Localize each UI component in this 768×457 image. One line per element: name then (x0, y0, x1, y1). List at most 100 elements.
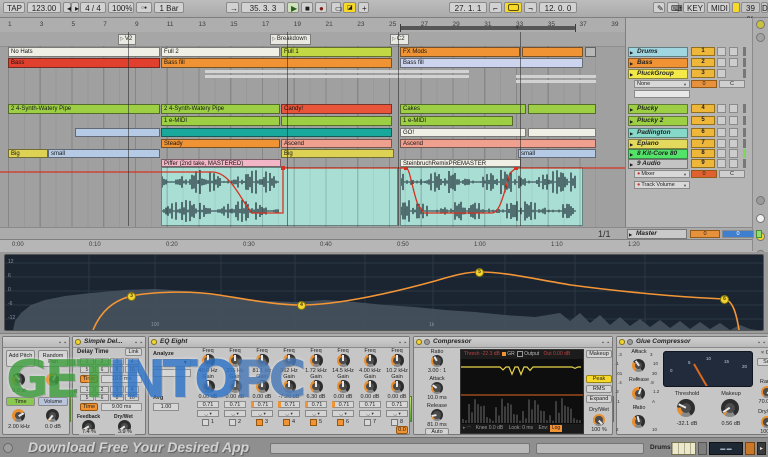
delay-beat-button-8[interactable]: 8 (110, 394, 124, 401)
groove-amount-field[interactable]: 100% (108, 2, 134, 13)
eq-band-node-3[interactable]: 3 (127, 292, 136, 301)
gr-checkbox[interactable] (502, 351, 507, 356)
ratio-knob[interactable] (632, 415, 645, 428)
track-arm-button[interactable] (729, 149, 738, 158)
delay-l-time-mode[interactable]: Time (80, 375, 98, 383)
returns-section-toggle[interactable] (756, 214, 765, 223)
audio-automation-param[interactable]: ●Track Volume ▼ (634, 181, 690, 189)
device-on-toggle[interactable] (416, 339, 422, 345)
macro-knob[interactable] (46, 409, 59, 422)
arrangement-clip-segment[interactable] (528, 104, 596, 114)
track-activator-button[interactable]: 7 (691, 139, 715, 148)
env-mode-button[interactable]: Log (549, 425, 563, 432)
expand-button[interactable]: Expand (586, 395, 612, 403)
audio-pan-value[interactable]: 0 (691, 170, 717, 178)
release-knob[interactable] (431, 409, 443, 421)
loop-switch[interactable] (504, 2, 522, 13)
range-knob[interactable] (761, 386, 768, 398)
track-fold-icon[interactable]: ▶ (630, 49, 633, 56)
arrangement-clip[interactable]: Cakes (400, 104, 526, 114)
track-header-bass[interactable]: ▶ Bass (628, 58, 688, 68)
back-to-arrangement-button[interactable] (756, 20, 765, 29)
automation-arm-icon[interactable]: ◪ (343, 2, 356, 13)
time-signature-field[interactable]: 4 / 4 (80, 2, 106, 13)
macro-knob[interactable] (12, 409, 25, 422)
band-checkbox-5[interactable] (309, 418, 317, 426)
delay-beat-button-8[interactable]: 8 (110, 366, 124, 373)
track-fold-icon[interactable]: ▶ (630, 106, 633, 113)
sidechain-toggle-icon[interactable] (627, 339, 633, 345)
attack-knob[interactable] (632, 359, 645, 372)
freq-knob[interactable] (336, 354, 350, 367)
group-device-chooser[interactable]: None ▼ (634, 80, 690, 88)
overview-toggle-icon[interactable] (756, 33, 765, 42)
master-volume-value[interactable]: 0 (722, 229, 754, 238)
punch-out-icon[interactable]: ¬ (524, 2, 537, 13)
q-value[interactable]: 0.71 (224, 401, 246, 408)
band-checkbox-6[interactable] (336, 418, 344, 426)
makeup-knob[interactable] (721, 399, 739, 417)
output-checkbox[interactable] (517, 350, 524, 357)
freq-knob[interactable] (228, 354, 242, 367)
master-pan-value[interactable]: 0 (690, 229, 720, 238)
eq-spectrum-display[interactable]: 12 6 0 -6 -12 100 1k 3 4 5 6 (4, 254, 764, 331)
gain-knob[interactable] (336, 380, 350, 393)
arrangement-clip[interactable]: No Hats (8, 47, 160, 57)
track-fold-icon[interactable]: ▶ (630, 161, 633, 168)
track-activator-button[interactable]: 3 (691, 69, 715, 78)
group-param-chooser[interactable] (634, 90, 690, 98)
track-arm-button[interactable] (729, 47, 738, 56)
freq-knob[interactable] (363, 354, 377, 367)
mini-arrow-button[interactable]: ▸ (757, 442, 766, 455)
tap-tempo-button[interactable]: TAP (3, 2, 25, 13)
delay-beat-button-3[interactable]: 3 (110, 358, 124, 365)
audio-clip-body-piffer[interactable] (161, 167, 398, 226)
arrangement-clip-segment[interactable] (281, 116, 392, 126)
arrangement-clip[interactable]: Bass fill (400, 58, 583, 68)
device-glue-compressor[interactable]: Glue Compressor ▪ ▪ Attack .01.1.3 1 3 10 30… (615, 336, 768, 435)
arrangement-clip[interactable]: SteinbruchRemixPREMASTER (400, 159, 521, 167)
filter-type-dropdown[interactable]: ◡ ▾ (332, 409, 354, 417)
track-solo-button[interactable] (717, 116, 726, 125)
device-header-icons[interactable]: ▪ ▪ (602, 339, 610, 348)
follow-button[interactable]: → (226, 2, 239, 13)
track-activator-button[interactable]: 1 (691, 47, 715, 56)
track-arm-button[interactable] (729, 128, 738, 137)
delay-beat-button-4[interactable]: 4 (125, 386, 139, 393)
device-header-icons[interactable]: ▪ ▪ (59, 339, 67, 348)
edit-mode-box[interactable] (153, 369, 191, 377)
punch-in-icon[interactable]: ⌐ (489, 2, 502, 13)
quantization-menu[interactable]: 1 Bar ▾ (154, 2, 184, 24)
loop-length-field[interactable]: 12. 0. 0 (539, 2, 577, 13)
sidechain-toggle-icon[interactable] (424, 339, 430, 345)
lookahead-readout[interactable]: Look: 0 ms (509, 425, 533, 431)
q-value[interactable]: 0.71 (251, 401, 273, 408)
soft-clip-button[interactable]: Soft (757, 358, 768, 366)
track-solo-button[interactable] (717, 47, 726, 56)
track-activator-button[interactable]: 2 (691, 58, 715, 67)
arrangement-clip-segment[interactable] (585, 47, 596, 57)
delay-beat-button-1[interactable]: 1 (80, 386, 94, 393)
track-solo-button[interactable] (717, 149, 726, 158)
macro-knob[interactable] (46, 373, 59, 386)
device-header-icons[interactable]: ▪ ▪ (399, 339, 407, 348)
eq-band-node-4[interactable]: 4 (297, 301, 306, 310)
track-arm-button[interactable] (729, 58, 738, 67)
track-activator-button[interactable]: 4 (691, 104, 715, 113)
delay-beat-button-3[interactable]: 3 (110, 386, 124, 393)
hide-devices-circle-icon[interactable] (3, 443, 13, 453)
device-on-toggle[interactable] (619, 339, 625, 345)
gain-knob[interactable] (363, 380, 377, 393)
arrangement-clip[interactable]: 1 e-MIDI (161, 116, 280, 126)
nudge-up-button[interactable]: ▸ (71, 2, 79, 13)
midi-map-button[interactable]: MIDI (707, 2, 730, 13)
gain-knob[interactable] (390, 380, 404, 393)
arrangement-clip-segment[interactable] (528, 128, 596, 137)
track-solo-button[interactable] (717, 104, 726, 113)
track-solo-button[interactable] (717, 159, 726, 168)
delay-r-time-mode[interactable]: Time (80, 403, 98, 411)
band-checkbox-8[interactable] (390, 418, 398, 426)
filter-type-dropdown[interactable]: ◡ ▾ (278, 409, 300, 417)
arrangement-clip[interactable]: 2 4-Synth-Watery Pipe (8, 104, 160, 114)
arrangement-clip[interactable]: 2 4-Synth-Watery Pipe (161, 104, 280, 114)
